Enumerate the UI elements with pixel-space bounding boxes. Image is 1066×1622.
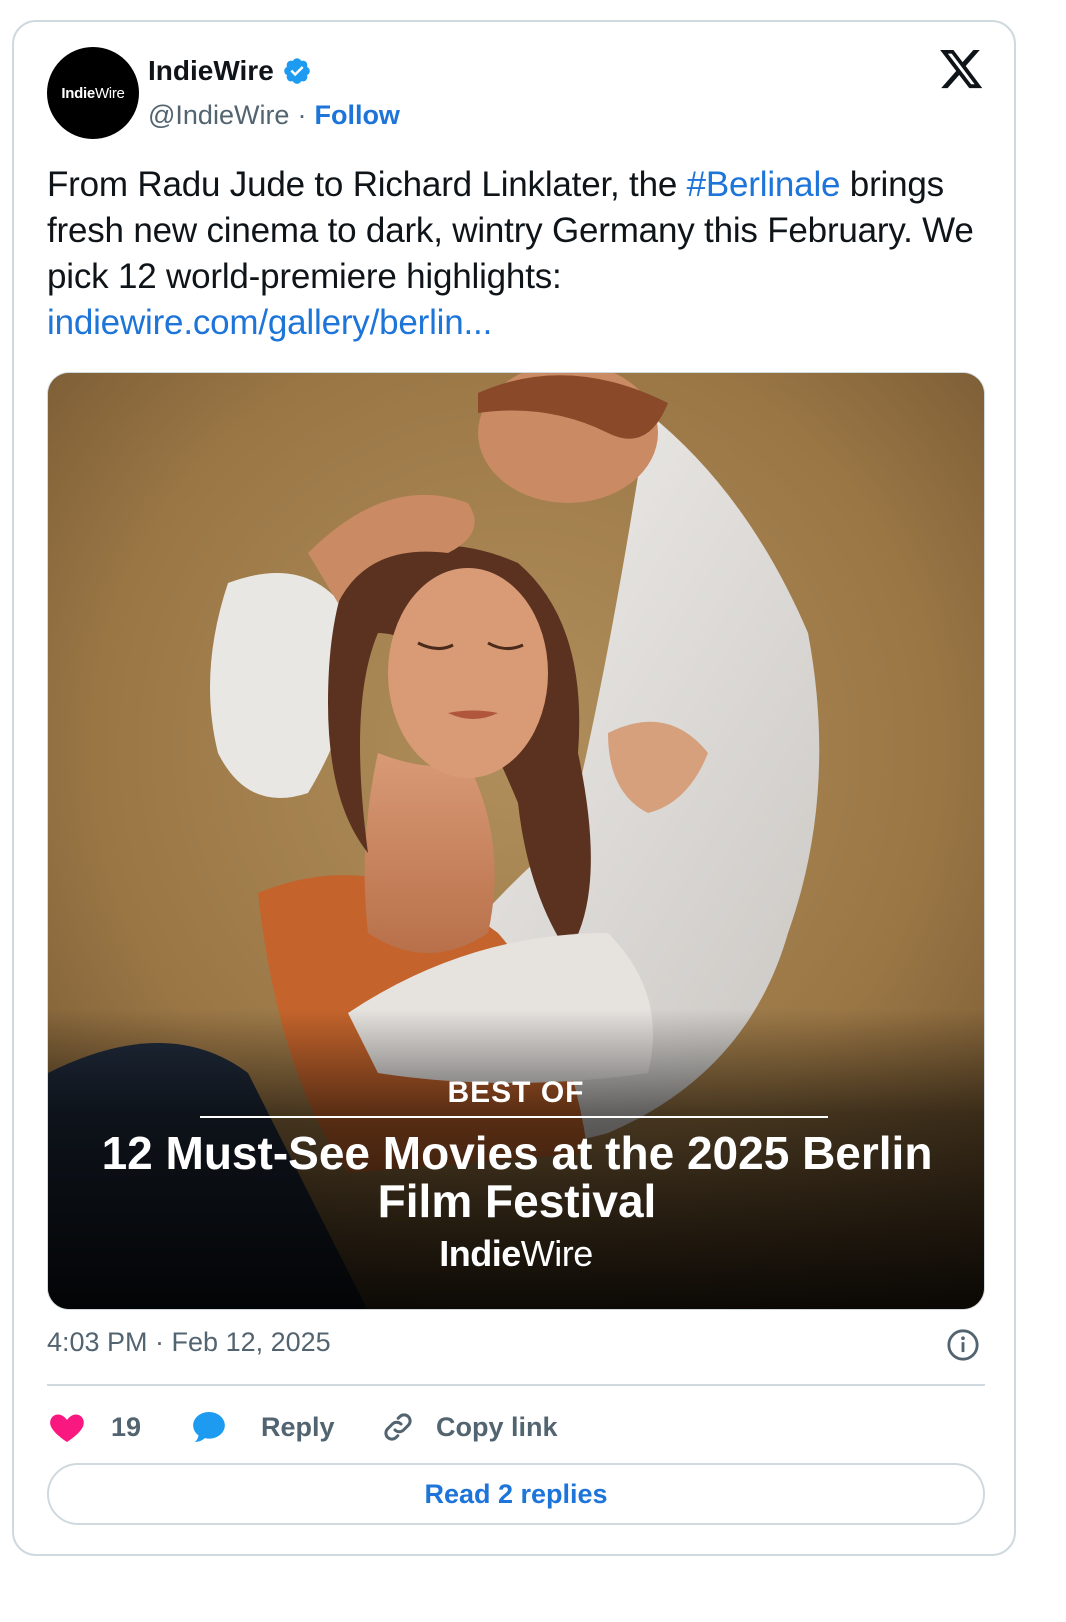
timestamp[interactable]: 4:03 PM · Feb 12, 2025 (47, 1327, 331, 1358)
image-kicker: BEST OF (447, 1076, 585, 1109)
hashtag-link[interactable]: #Berlinale (687, 165, 841, 204)
reply-bubble-icon (193, 1412, 225, 1442)
handle-row: @IndieWire · Follow (148, 100, 400, 131)
like-button[interactable]: 19 (47, 1405, 141, 1449)
handle[interactable]: @IndieWire (148, 100, 289, 131)
avatar-text-light: Wire (94, 84, 125, 102)
verified-badge-icon (283, 58, 310, 84)
brand-bold: Indie (439, 1233, 521, 1274)
avatar[interactable]: Indie Wire (47, 47, 139, 139)
display-name[interactable]: IndieWire (148, 55, 274, 87)
tweet-card: Indie Wire IndieWire @IndieWire · Follow … (12, 20, 1016, 1556)
article-link[interactable]: indiewire.com/gallery/berlin... (47, 303, 492, 342)
avatar-text-bold: Indie (61, 84, 95, 102)
info-icon[interactable] (946, 1328, 980, 1362)
link-icon (384, 1413, 412, 1441)
action-bar: 19 Reply Copy link (47, 1405, 985, 1449)
image-rule (200, 1116, 828, 1118)
reply-label: Reply (261, 1411, 335, 1442)
tweet-text-part: From Radu Jude to Richard Linklater, the (47, 165, 687, 204)
heart-icon (50, 1414, 84, 1442)
author-name-row: IndieWire (148, 55, 312, 87)
media-image[interactable]: BEST OF 12 Must-See Movies at the 2025 B… (47, 372, 985, 1310)
separator-dot: · (297, 100, 307, 130)
copy-link-button[interactable]: Copy link (380, 1405, 558, 1449)
reply-button[interactable]: Reply (189, 1405, 335, 1449)
x-logo-icon[interactable] (940, 50, 984, 90)
brand-light: Wire (520, 1233, 594, 1274)
image-headline: 12 Must-See Movies at the 2025 Berlin Fi… (101, 1127, 933, 1227)
copy-link-label: Copy link (436, 1411, 558, 1442)
tweet-text: From Radu Jude to Richard Linklater, the… (47, 162, 977, 346)
follow-button[interactable]: Follow (314, 100, 399, 131)
divider (47, 1384, 985, 1386)
read-replies-button[interactable]: Read 2 replies (47, 1463, 985, 1525)
image-brand-logo: IndieWire (48, 1233, 984, 1275)
like-count: 19 (111, 1411, 142, 1442)
